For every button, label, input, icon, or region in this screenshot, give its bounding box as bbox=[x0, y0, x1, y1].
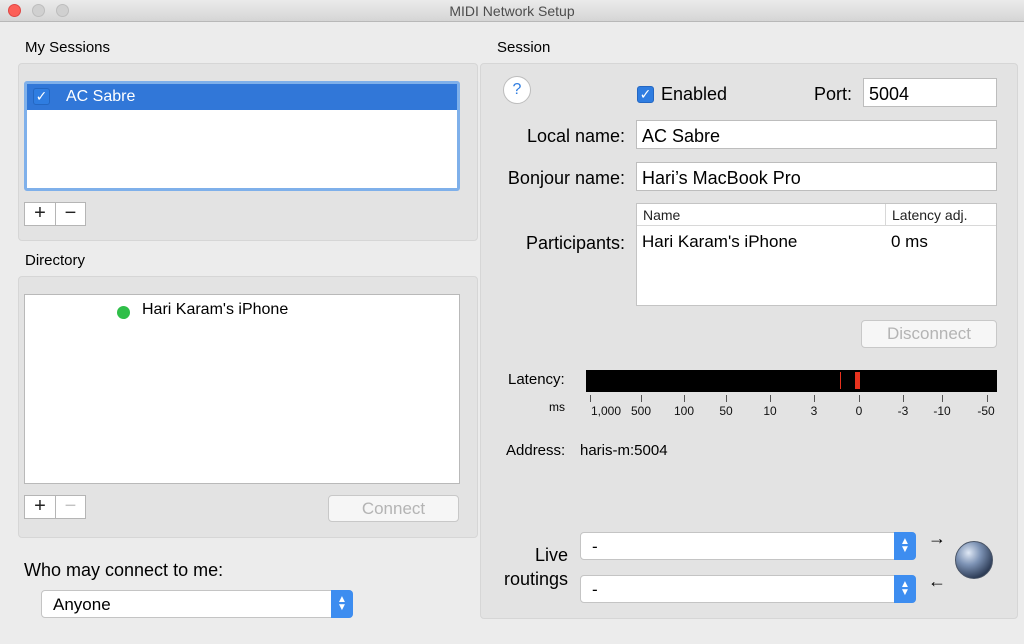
latency-marker-thin bbox=[840, 372, 841, 389]
latency-unit-label: ms bbox=[549, 400, 565, 414]
participants-table[interactable]: Name Latency adj. Hari Karam's iPhone 0 … bbox=[636, 203, 997, 306]
column-divider bbox=[885, 204, 886, 225]
remove-session-button[interactable]: − bbox=[54, 203, 85, 225]
scale-label: 10 bbox=[763, 404, 777, 418]
live-label: Live bbox=[534, 545, 568, 565]
scale-tick bbox=[942, 395, 943, 402]
scale-tick bbox=[770, 395, 771, 402]
column-header-latency[interactable]: Latency adj. bbox=[892, 207, 968, 223]
session-heading: Session bbox=[497, 39, 551, 56]
table-row[interactable]: Hari Karam's iPhone 0 ms bbox=[637, 231, 996, 255]
bonjour-name-label: Bonjour name: bbox=[507, 168, 625, 188]
enabled-label: Enabled bbox=[661, 84, 728, 104]
latency-marker bbox=[855, 372, 860, 389]
add-session-button[interactable]: + bbox=[25, 203, 55, 225]
chevron-updown-icon: ▲ ▼ bbox=[894, 575, 916, 603]
arrow-left-icon: ← bbox=[928, 571, 946, 591]
scale-tick bbox=[859, 395, 860, 402]
my-sessions-heading: My Sessions bbox=[25, 39, 111, 56]
arrow-right-icon: → bbox=[928, 528, 946, 548]
directory-item-label: Hari Karam's iPhone bbox=[142, 301, 289, 318]
scale-label: -10 bbox=[933, 404, 951, 418]
scale-tick bbox=[903, 395, 904, 402]
who-may-connect-select[interactable]: Anyone ▲ ▼ bbox=[41, 590, 353, 618]
latency-meter bbox=[586, 370, 997, 392]
scale-label: 500 bbox=[630, 404, 652, 418]
participant-name: Hari Karam's iPhone bbox=[642, 232, 798, 251]
scale-label: -3 bbox=[897, 404, 909, 418]
enabled-checkbox[interactable]: ✓ bbox=[637, 86, 654, 103]
scale-label: -50 bbox=[977, 404, 995, 418]
chevron-updown-icon: ▲ ▼ bbox=[331, 590, 353, 618]
port-field[interactable]: 5004 bbox=[863, 78, 997, 107]
globe-icon bbox=[955, 541, 993, 579]
title-bar: MIDI Network Setup bbox=[0, 0, 1024, 22]
window-title: MIDI Network Setup bbox=[449, 3, 575, 19]
add-directory-button[interactable]: + bbox=[25, 496, 55, 518]
routing-in-select[interactable]: - ▲ ▼ bbox=[580, 532, 916, 560]
participants-header: Name Latency adj. bbox=[637, 204, 996, 226]
port-label: Port: bbox=[813, 84, 852, 104]
session-enabled-checkbox[interactable]: ✓ bbox=[33, 88, 50, 105]
directory-item[interactable]: Hari Karam's iPhone bbox=[25, 298, 459, 322]
bonjour-name-field[interactable]: Hari’s MacBook Pro bbox=[636, 162, 997, 191]
chevron-updown-icon: ▲ ▼ bbox=[894, 532, 916, 560]
scale-label: 100 bbox=[673, 404, 695, 418]
scale-tick bbox=[641, 395, 642, 402]
scale-label: 1,000 bbox=[590, 404, 622, 418]
session-name: AC Sabre bbox=[66, 88, 136, 105]
address-value: haris-m:5004 bbox=[580, 442, 668, 459]
remove-directory-button[interactable]: − bbox=[54, 496, 85, 518]
local-name-field[interactable]: AC Sabre bbox=[636, 120, 997, 149]
routing-out-value: - bbox=[592, 580, 598, 599]
address-label: Address: bbox=[506, 442, 566, 459]
routings-label: routings bbox=[503, 569, 568, 589]
scale-tick bbox=[590, 395, 591, 402]
local-name-label: Local name: bbox=[526, 126, 625, 146]
scale-tick bbox=[684, 395, 685, 402]
scale-tick bbox=[726, 395, 727, 402]
latency-label: Latency: bbox=[508, 371, 565, 388]
disconnect-button[interactable]: Disconnect bbox=[861, 320, 997, 348]
directory-list[interactable]: Hari Karam's iPhone bbox=[24, 294, 460, 484]
scale-tick bbox=[814, 395, 815, 402]
who-may-connect-value: Anyone bbox=[53, 595, 111, 614]
participant-latency: 0 ms bbox=[891, 232, 928, 251]
sessions-add-remove: + − bbox=[24, 202, 86, 226]
sessions-list[interactable]: ✓ AC Sabre bbox=[24, 81, 460, 191]
connect-button[interactable]: Connect bbox=[328, 495, 459, 522]
scale-label: 50 bbox=[719, 404, 733, 418]
scale-tick bbox=[987, 395, 988, 402]
participants-label: Participants: bbox=[525, 233, 625, 253]
scale-label: 0 bbox=[855, 404, 863, 418]
scale-label: 3 bbox=[810, 404, 818, 418]
who-may-connect-label: Who may connect to me: bbox=[24, 560, 224, 580]
routing-out-select[interactable]: - ▲ ▼ bbox=[580, 575, 916, 603]
directory-add-remove: + − bbox=[24, 495, 86, 519]
column-header-name[interactable]: Name bbox=[643, 207, 680, 223]
routing-in-value: - bbox=[592, 537, 598, 556]
online-status-icon bbox=[117, 306, 130, 319]
help-button[interactable]: ? bbox=[503, 76, 531, 104]
directory-heading: Directory bbox=[25, 252, 86, 269]
session-row-selected[interactable]: ✓ AC Sabre bbox=[27, 84, 457, 110]
